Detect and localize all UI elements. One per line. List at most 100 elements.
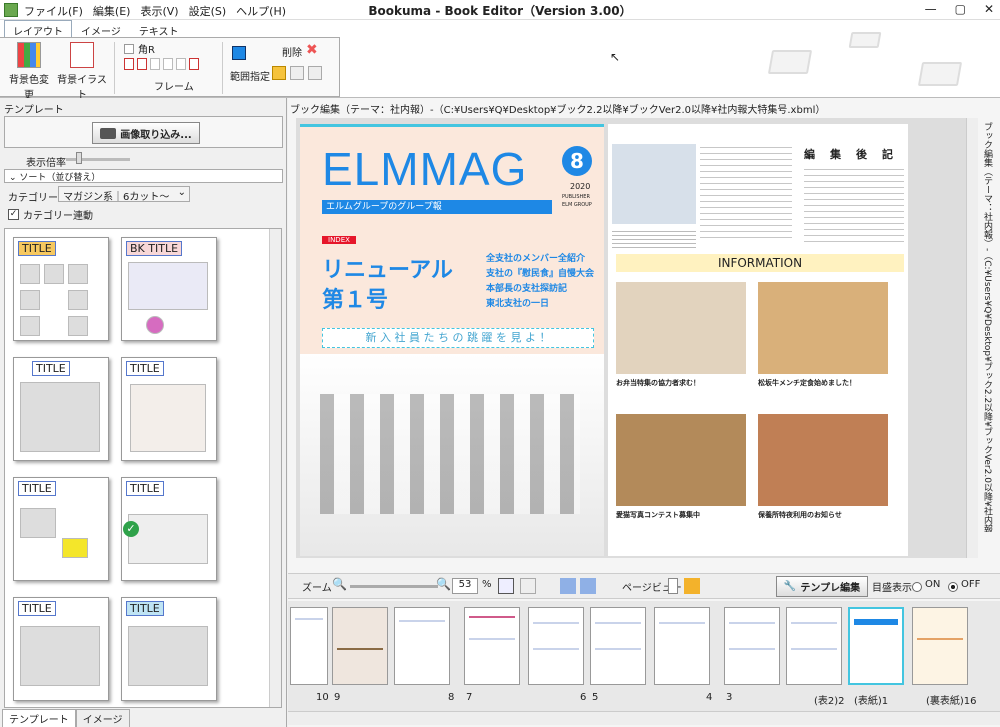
thumb-photo [68,290,88,310]
category-link-option[interactable]: ✓ カテゴリー連動 [8,207,93,222]
menu-file[interactable]: ファイル(F) [24,3,83,19]
zoom-slider[interactable] [350,585,438,588]
single-page-icon[interactable] [668,578,678,594]
thumb-title: TITLE [126,361,164,376]
grid-on-radio[interactable] [912,582,922,592]
publisher-label: PUBLISHER [562,194,590,200]
template-edit-button[interactable]: 🔧 テンプレ編集 [776,576,868,597]
sort-row[interactable]: ⌄ ソート（並び替え） [4,169,283,183]
frame-style-6[interactable] [189,58,199,70]
template-thumb[interactable]: TITLE [13,357,109,461]
template-thumb[interactable]: TITLE [13,477,109,581]
right-page: 編 集 後 記 INFORMATION お弁当特集の協力者求む！ 松坂牛メンチ定… [608,124,908,556]
cat-photo[interactable] [616,414,746,506]
template-thumb[interactable]: TITLE [121,597,217,701]
tab-templates[interactable]: テンプレート [2,709,76,727]
horizontal-scrollbar[interactable] [288,711,1000,725]
menu-edit[interactable]: 編集(E) [93,3,131,19]
next-page-icon[interactable] [580,578,596,594]
issue-number[interactable]: 8 [562,146,592,176]
thumbnail-scrollbar[interactable] [269,229,281,707]
fit-width-icon[interactable] [520,578,536,594]
zoom-value-input[interactable]: 53 [452,578,478,594]
headline-1[interactable]: リニューアル [322,252,453,284]
caption-4[interactable]: 保養所特夜利用のお知らせ [758,510,842,520]
menu-help[interactable]: ヘルプ(H) [236,3,286,19]
resort-photo[interactable] [758,414,888,506]
range-color-swatch[interactable] [232,46,246,60]
toc-list[interactable]: 全支社のメンバー全紹介 支社の『慰民食』自慢大会 本部長の支社探訪記 東北支社の… [486,252,598,312]
vertical-scrollbar[interactable] [966,118,978,558]
page-thumb[interactable] [290,607,328,685]
range-all-icon[interactable] [308,66,322,80]
category-label: カテゴリー [8,193,58,204]
page-thumb[interactable] [464,607,520,685]
category-link-checkbox[interactable]: ✓ [8,209,19,220]
magazine-subtitle[interactable]: エルムグループのグループ報 [322,200,552,214]
close-button[interactable]: ✕ [984,2,994,16]
headline-2[interactable]: 第１号 [322,282,388,314]
import-image-button[interactable]: 画像取り込み... [92,122,200,144]
magazine-title[interactable]: ELMMAG [322,142,527,196]
bg-color-button[interactable]: 背景色変更 [6,42,52,101]
template-thumb[interactable]: TITLE [121,357,217,461]
category-select[interactable]: マガジン系｜6カット～ ⌄ [58,186,190,203]
camera-icon [100,127,117,139]
page-thumb[interactable] [528,607,584,685]
template-thumb[interactable]: TITLE [13,597,109,701]
frame-style-2[interactable] [137,58,147,70]
zoom-out-icon[interactable]: 🔍 [332,577,347,591]
page-thumb[interactable] [724,607,780,685]
frame-style-5[interactable] [176,58,186,70]
grid-off-radio[interactable] [948,582,958,592]
office-photo[interactable] [612,144,696,224]
caption-1[interactable]: お弁当特集の協力者求む！ [616,378,700,388]
import-image-label: 画像取り込み... [120,129,192,141]
page-thumb[interactable] [394,607,450,685]
information-banner[interactable]: INFORMATION [616,254,904,272]
minimize-button[interactable]: — [925,2,937,16]
book-view-icon[interactable] [684,578,700,594]
caption-3[interactable]: 愛猫写真コンテスト募集中 [616,510,700,520]
frame-style-3[interactable] [150,58,160,70]
page-thumb[interactable] [912,607,968,685]
page-thumb[interactable] [786,607,842,685]
caption-2[interactable]: 松坂牛メンチ定食始めました！ [758,378,856,388]
bento-photo[interactable] [616,282,746,374]
thumb-title: TITLE [126,481,164,496]
corner-r-checkbox[interactable] [124,43,134,54]
frame-style-4[interactable] [163,58,173,70]
maximize-button[interactable]: ▢ [955,2,966,16]
jumping-staff-photo[interactable] [300,354,604,556]
body-text-block[interactable] [700,142,792,242]
page-thumb[interactable] [332,607,388,685]
page-thumb-selected[interactable] [848,607,904,685]
delete-icon[interactable]: ✖ [306,42,318,58]
editor-note-heading[interactable]: 編 集 後 記 [804,146,904,162]
banner-text[interactable]: 新 入 社 員 た ち の 跳 躍 を 見 よ ！ [322,328,594,348]
zoom-rate-slider-handle[interactable] [76,152,82,164]
fit-page-icon[interactable] [498,578,514,594]
template-thumb[interactable]: BK TITLE [121,237,217,341]
frame-style-1[interactable] [124,58,134,70]
range-multi-icon[interactable] [290,66,304,80]
tab-images[interactable]: イメージ [75,709,130,727]
thumb-line [917,638,963,640]
corner-r-option[interactable]: 角R [124,41,155,56]
range-check-icon[interactable] [272,66,286,80]
page-thumb[interactable] [654,607,710,685]
page-label: 3 [726,692,733,703]
bg-illust-button[interactable]: 背景イラスト [56,42,108,101]
prev-page-icon[interactable] [560,578,576,594]
menu-view[interactable]: 表示(V) [140,3,178,19]
editor-note-text[interactable] [804,164,904,244]
template-thumb[interactable]: TITLE [13,237,109,341]
menchi-photo[interactable] [758,282,888,374]
page-label: 5 [592,692,599,703]
page-canvas[interactable]: ELMMAG 8 2020 PUBLISHER ELM GROUP エルムグルー… [296,118,968,558]
percent-label: % [482,579,492,590]
ribbon-separator [114,42,115,94]
zoom-in-icon[interactable]: 🔍 [436,577,451,591]
page-thumb[interactable] [590,607,646,685]
menu-settings[interactable]: 設定(S) [189,3,227,19]
